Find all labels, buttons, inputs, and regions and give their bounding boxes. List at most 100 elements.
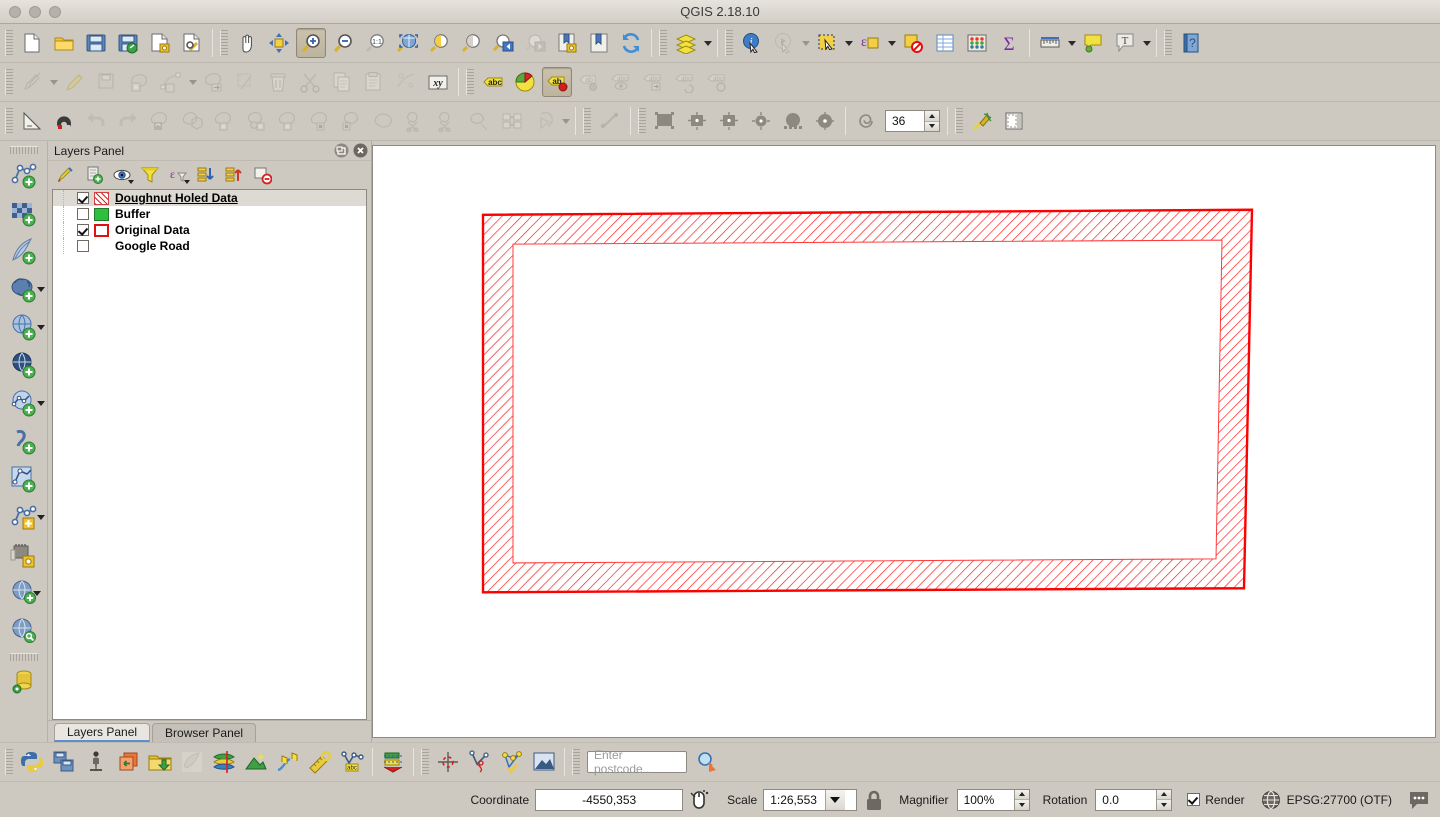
add-part-button[interactable] — [241, 106, 271, 136]
chevron-down-icon[interactable] — [128, 180, 134, 184]
tab-layers-panel[interactable]: Layers Panel — [54, 723, 151, 742]
layer-item-google-road[interactable]: Google Road — [53, 238, 366, 254]
select-features-dropdown[interactable] — [843, 28, 854, 58]
select-by-expression-button[interactable]: ε — [855, 28, 885, 58]
toggle-editing-button[interactable] — [60, 67, 90, 97]
remove-layer-button[interactable] — [248, 163, 276, 187]
add-virtual-layer-button[interactable] — [1, 422, 47, 460]
expand-all-button[interactable] — [192, 163, 220, 187]
new-text-annotation-button[interactable]: T — [1110, 28, 1140, 58]
profile-tool-button[interactable] — [273, 747, 303, 777]
maximize-window-button[interactable] — [49, 5, 61, 18]
shape-rectangle-center-button[interactable] — [682, 106, 712, 136]
magnifier-value[interactable]: 100% — [957, 789, 1014, 810]
label-network-button[interactable]: abc — [337, 747, 367, 777]
add-wms-layer-button[interactable] — [1, 308, 47, 346]
layer-item-doughnut-holed-data[interactable]: Doughnut Holed Data — [53, 190, 366, 206]
digitize-with-segment-button[interactable] — [967, 106, 997, 136]
magnifier-increment-button[interactable] — [1014, 789, 1029, 800]
db-manager-button[interactable] — [1, 663, 47, 701]
layer-item-original-data[interactable]: Original Data — [53, 222, 366, 238]
mmqgis-button[interactable] — [113, 747, 143, 777]
offset-curve-button[interactable] — [391, 67, 421, 97]
undock-panel-button[interactable] — [334, 143, 349, 158]
scale-dropdown-button[interactable] — [824, 789, 845, 810]
shape-circle-2points-button[interactable] — [746, 106, 776, 136]
globe-crs-icon[interactable] — [1261, 790, 1281, 810]
toolbar-grip[interactable] — [5, 749, 13, 775]
measure-tool-button[interactable] — [305, 747, 335, 777]
move-feature-button[interactable] — [199, 67, 229, 97]
zoom-to-selection-button[interactable] — [424, 28, 454, 58]
undo-button[interactable] — [81, 106, 111, 136]
simplify-feature-button[interactable] — [177, 106, 207, 136]
delete-ring-button[interactable] — [305, 106, 335, 136]
save-project-as-button[interactable] — [113, 28, 143, 58]
change-label-button[interactable]: abc — [702, 67, 732, 97]
segments-decrement-button[interactable] — [925, 121, 939, 131]
add-line-feature-button[interactable] — [156, 67, 186, 97]
messages-button[interactable] — [1408, 790, 1430, 810]
toolbar-grip[interactable] — [9, 146, 38, 154]
new-project-button[interactable] — [17, 28, 47, 58]
postcode-search-button[interactable] — [692, 747, 722, 777]
save-project-button[interactable] — [81, 28, 111, 58]
paste-features-button[interactable] — [359, 67, 389, 97]
rotation-decrement-button[interactable] — [1157, 800, 1172, 810]
help-button[interactable]: ? — [1176, 28, 1206, 58]
pin-labels-button[interactable]: ab — [574, 67, 604, 97]
current-edits-dropdown[interactable] — [48, 67, 59, 97]
pan-map-button[interactable] — [232, 28, 262, 58]
add-layer-group-button[interactable] — [1, 574, 47, 612]
chevron-down-icon[interactable] — [36, 287, 45, 292]
scale-value[interactable]: 1:26,553 — [764, 790, 825, 810]
render-checkbox[interactable] — [1187, 793, 1201, 806]
crs-label[interactable]: EPSG:27700 (OTF) — [1287, 793, 1392, 807]
rotate-point-symbols-button[interactable] — [529, 106, 559, 136]
merge-attributes-button[interactable] — [497, 106, 527, 136]
node-tool-button[interactable] — [231, 67, 261, 97]
add-group-button[interactable] — [80, 163, 108, 187]
add-feature-button[interactable] — [124, 67, 154, 97]
add-spatialite-layer-button[interactable] — [1, 232, 47, 270]
toolbar-grip[interactable] — [220, 30, 228, 56]
plugin-manager-button[interactable] — [49, 747, 79, 777]
identify-features-button[interactable]: i — [737, 28, 767, 58]
split-parts-button[interactable] — [433, 106, 463, 136]
toolbar-grip[interactable] — [5, 108, 13, 134]
toolbar-grip[interactable] — [659, 30, 667, 56]
chevron-down-icon[interactable] — [36, 325, 45, 330]
contour-button[interactable] — [241, 747, 271, 777]
toolbar-grip[interactable] — [583, 108, 591, 134]
run-feature-action-button[interactable] — [769, 28, 799, 58]
layer-visibility-checkbox[interactable] — [77, 192, 89, 204]
deselect-features-button[interactable] — [898, 28, 928, 58]
chevron-down-icon[interactable] — [32, 591, 41, 596]
toolbar-grip[interactable] — [9, 653, 38, 661]
layer-diagram-button[interactable] — [510, 67, 540, 97]
zoom-next-button[interactable] — [520, 28, 550, 58]
copy-features-button[interactable] — [327, 67, 357, 97]
rotation-stepper[interactable]: 0.0 — [1095, 788, 1173, 811]
new-geopackage-layer-button[interactable] — [1, 498, 47, 536]
toolbar-grip[interactable] — [638, 108, 646, 134]
filter-legend-button[interactable] — [136, 163, 164, 187]
rotate-point-dropdown[interactable] — [560, 106, 571, 136]
add-delimited-text-layer-button[interactable] — [1, 384, 47, 422]
xy-tool-button[interactable]: xy — [423, 67, 453, 97]
rotate-feature-button[interactable] — [145, 106, 175, 136]
layer-tree[interactable]: Doughnut Holed Data Buffer Original Data — [52, 189, 367, 720]
coordinate-input[interactable]: -4550,353 — [535, 788, 684, 811]
shape-ellipse-button[interactable] — [810, 106, 840, 136]
layer-visibility-checkbox[interactable] — [77, 224, 89, 236]
zoom-native-button[interactable]: 1:1 — [360, 28, 390, 58]
coordinate-capture-button[interactable] — [433, 747, 463, 777]
toolbar-grip[interactable] — [955, 108, 963, 134]
map-tips-button[interactable] — [1078, 28, 1108, 58]
save-layer-edits-button[interactable] — [92, 67, 122, 97]
add-raster-layer-button[interactable] — [1, 194, 47, 232]
zoom-to-layer-button[interactable] — [456, 28, 486, 58]
layer-labeling-button[interactable]: abc — [478, 67, 508, 97]
zoom-last-button[interactable] — [488, 28, 518, 58]
toolbar-grip[interactable] — [1164, 30, 1172, 56]
